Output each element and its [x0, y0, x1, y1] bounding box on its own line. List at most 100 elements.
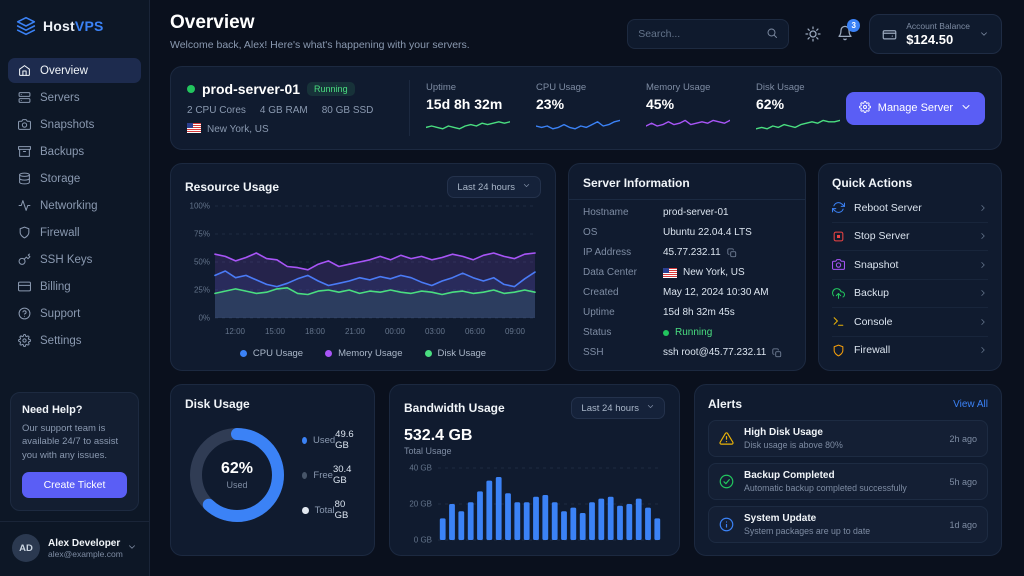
disk-usage-panel: Disk Usage 62% Used Used49.6 GBFree30.4 …	[170, 384, 375, 556]
quick-action-backup[interactable]: Backup	[832, 280, 988, 309]
svg-text:25%: 25%	[194, 286, 210, 295]
copy-icon[interactable]	[772, 348, 782, 358]
disk-legend-total: Total80 GB	[302, 499, 360, 521]
svg-text:0%: 0%	[198, 314, 210, 323]
alerts-view-all-link[interactable]: View All	[953, 399, 988, 410]
resource-usage-title: Resource Usage	[185, 180, 279, 194]
camera-icon	[18, 118, 31, 131]
wallet-icon	[882, 27, 897, 42]
sidebar-item-backups[interactable]: Backups	[8, 139, 141, 164]
theme-toggle-sun-icon[interactable]	[805, 26, 821, 42]
alert-high-disk-usage[interactable]: High Disk UsageDisk usage is above 80%2h…	[708, 420, 988, 457]
user-menu[interactable]: AD Alex Developer alex@example.com	[0, 521, 149, 576]
legend-memory-usage: Memory Usage	[325, 348, 402, 359]
resource-usage-line-chart: 0%25%50%75%100%12:0015:0018:0021:0000:00…	[185, 198, 541, 346]
balance-value: $124.50	[906, 32, 970, 47]
key-icon	[18, 253, 31, 266]
sidebar-item-networking[interactable]: Networking	[8, 193, 141, 218]
alert-backup-completed[interactable]: Backup CompletedAutomatic backup complet…	[708, 463, 988, 500]
svg-text:20 GB: 20 GB	[409, 500, 432, 509]
notifications-bell-icon[interactable]: 3	[837, 25, 853, 44]
alerts-title: Alerts	[708, 397, 742, 411]
info-row-hostname: Hostnameprod-server-01	[583, 207, 791, 218]
quick-actions-panel: Quick Actions Reboot ServerStop ServerSn…	[818, 163, 1002, 371]
search-box[interactable]	[627, 19, 789, 49]
server-stat-disk-usage: Disk Usage62%	[756, 82, 840, 135]
brand-logo: HostVPS	[0, 0, 149, 50]
quick-action-console[interactable]: Console	[832, 308, 988, 337]
bandwidth-total: 532.4 GB	[404, 427, 665, 445]
sidebar-item-settings[interactable]: Settings	[8, 328, 141, 353]
chevron-right-icon	[978, 288, 988, 298]
search-input[interactable]	[638, 28, 766, 40]
app-root: HostVPS OverviewServersSnapshotsBackupsS…	[0, 0, 1024, 576]
manage-server-button[interactable]: Manage Server	[846, 92, 985, 125]
bandwidth-bar-chart: 0 GB20 GB40 GB12:0016:0020:0000:0004:000…	[404, 462, 666, 549]
alert-triangle-icon	[719, 431, 734, 446]
sidebar-item-firewall[interactable]: Firewall	[8, 220, 141, 245]
notification-badge: 3	[847, 19, 860, 32]
sidebar-item-ssh-keys[interactable]: SSH Keys	[8, 247, 141, 272]
header: Overview Welcome back, Alex! Here's what…	[170, 12, 1002, 54]
us-flag-icon	[663, 268, 677, 278]
svg-text:12:00: 12:00	[442, 548, 463, 549]
settings-icon	[18, 334, 31, 347]
sidebar-item-servers[interactable]: Servers	[8, 85, 141, 110]
quick-action-firewall[interactable]: Firewall	[832, 337, 988, 365]
sidebar-item-billing[interactable]: Billing	[8, 274, 141, 299]
copy-icon[interactable]	[727, 248, 737, 258]
quick-action-reboot-server[interactable]: Reboot Server	[832, 194, 988, 223]
svg-text:06:00: 06:00	[465, 327, 486, 336]
page-title: Overview	[170, 12, 470, 34]
sparkline	[646, 115, 730, 135]
server-online-dot	[187, 85, 195, 93]
server-name: prod-server-01	[202, 81, 300, 97]
svg-text:12:00: 12:00	[225, 327, 246, 336]
sidebar-item-storage[interactable]: Storage	[8, 166, 141, 191]
divider	[409, 80, 410, 136]
help-body: Our support team is available 24/7 to as…	[22, 422, 127, 463]
svg-text:15:00: 15:00	[265, 327, 286, 336]
account-balance-card[interactable]: Account Balance $124.50	[869, 14, 1002, 54]
bandwidth-range-select[interactable]: Last 24 hours	[571, 397, 665, 419]
info-row-ip-address: IP Address45.77.232.11	[583, 247, 791, 258]
sidebar-nav: OverviewServersSnapshotsBackupsStorageNe…	[0, 50, 149, 361]
bandwidth-total-label: Total Usage	[404, 446, 665, 456]
user-name: Alex Developer	[48, 538, 119, 549]
chevron-right-icon	[978, 203, 988, 213]
quick-action-snapshot[interactable]: Snapshot	[832, 251, 988, 280]
resource-range-select[interactable]: Last 24 hours	[447, 176, 541, 198]
server-stat-memory-usage: Memory Usage45%	[646, 82, 730, 135]
svg-text:04:00: 04:00	[591, 548, 612, 549]
chart-legend: CPU UsageMemory UsageDisk Usage	[185, 348, 541, 359]
search-icon	[766, 27, 778, 42]
svg-text:50%: 50%	[194, 258, 210, 267]
server-information-title: Server Information	[583, 176, 791, 190]
sidebar-item-overview[interactable]: Overview	[8, 58, 141, 83]
alerts-panel: Alerts View All High Disk UsageDisk usag…	[694, 384, 1002, 556]
resource-usage-panel: Resource Usage Last 24 hours 0% 25% 50% 75%…	[170, 163, 556, 371]
activity-icon	[18, 199, 31, 212]
sidebar-item-support[interactable]: Support	[8, 301, 141, 326]
server-stat-cpu-usage: CPU Usage23%	[536, 82, 620, 135]
svg-text:08:00: 08:00	[629, 548, 650, 549]
chevron-right-icon	[978, 317, 988, 327]
sidebar-item-snapshots[interactable]: Snapshots	[8, 112, 141, 137]
server-icon	[18, 91, 31, 104]
shield-icon	[832, 344, 845, 357]
svg-text:75%: 75%	[194, 230, 210, 239]
svg-text:00:00: 00:00	[385, 327, 406, 336]
info-row-uptime: Uptime15d 8h 32m 45s	[583, 307, 791, 318]
svg-text:16:00: 16:00	[479, 548, 500, 549]
quick-action-stop-server[interactable]: Stop Server	[832, 223, 988, 252]
help-card: Need Help? Our support team is available…	[10, 392, 139, 511]
page-subtitle: Welcome back, Alex! Here's what's happen…	[170, 39, 470, 51]
disk-percent: 62%	[221, 460, 253, 478]
database-icon	[18, 172, 31, 185]
disk-usage-title: Disk Usage	[185, 397, 250, 411]
chevron-down-icon	[960, 101, 972, 116]
create-ticket-button[interactable]: Create Ticket	[22, 472, 127, 498]
alert-system-update[interactable]: System UpdateSystem packages are up to d…	[708, 506, 988, 543]
credit-card-icon	[18, 280, 31, 293]
gear-icon	[859, 101, 871, 116]
